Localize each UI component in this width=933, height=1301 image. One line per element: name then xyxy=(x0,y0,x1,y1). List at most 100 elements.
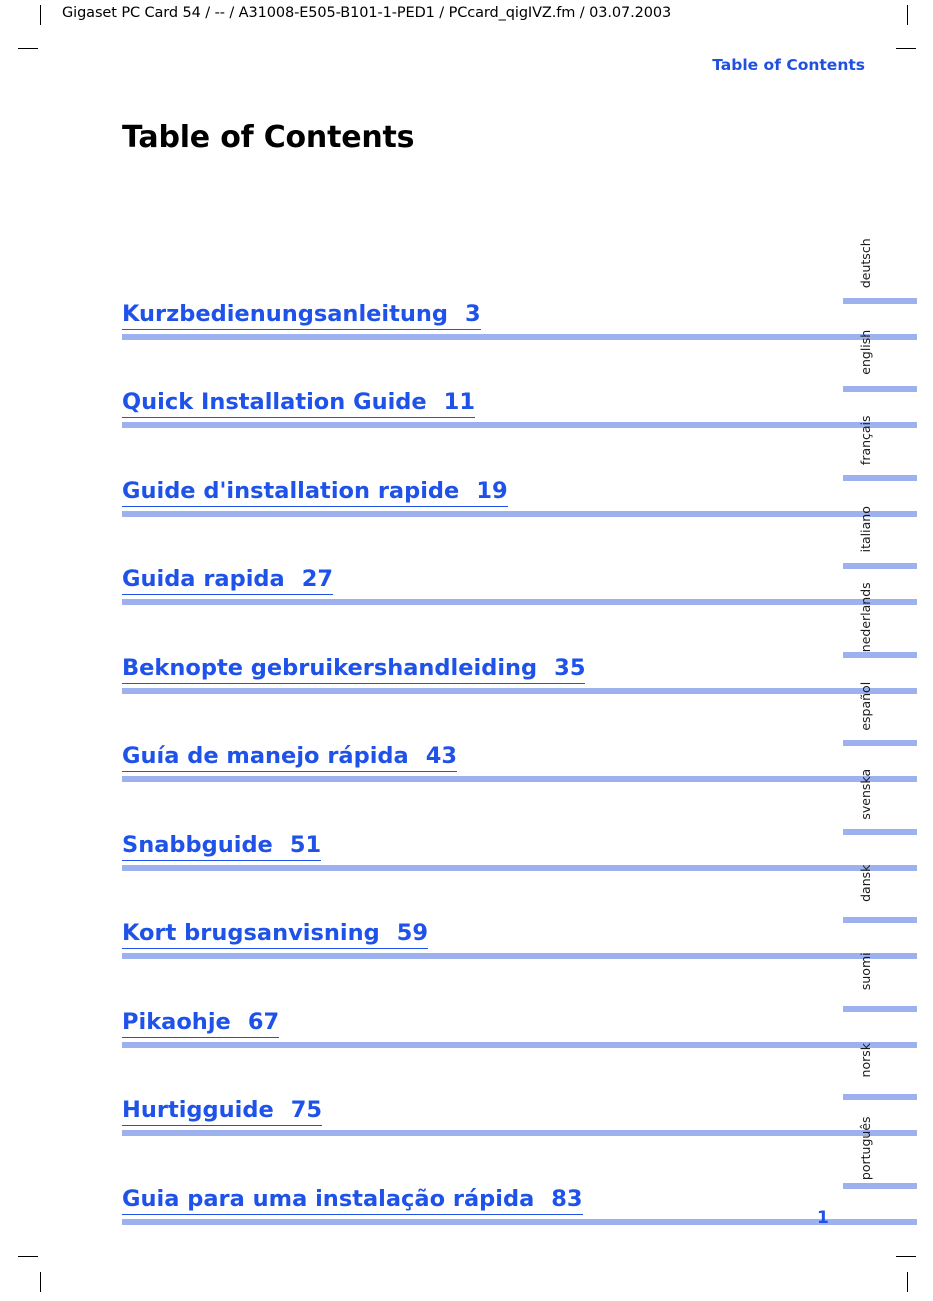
language-tab-rule xyxy=(843,563,917,569)
toc-entry-rule xyxy=(122,422,917,428)
toc-entry-link[interactable]: Kort brugsanvisning 59 xyxy=(122,920,429,949)
toc-entry-rule xyxy=(122,1041,917,1048)
toc-entry[interactable]: Hurtigguide 75 xyxy=(122,1052,917,1141)
toc-entry-page-number: 3 xyxy=(465,300,481,327)
crop-mark-top-right xyxy=(907,5,908,25)
toc-entry-title: Snabbguide xyxy=(122,831,273,858)
language-tab[interactable]: nederlands xyxy=(843,573,917,662)
toc-entry[interactable]: Guida rapida 27 xyxy=(122,521,917,610)
language-tab-label: italiano xyxy=(858,505,873,552)
toc-entry-title: Guía de manejo rápida xyxy=(122,743,409,770)
toc-entry-title: Guide d'installation rapide xyxy=(122,477,460,504)
crop-mark-upper-left-horizontal xyxy=(18,48,38,49)
language-tab-rule xyxy=(843,1094,917,1100)
toc-entry[interactable]: Snabbguide 51 xyxy=(122,786,917,875)
language-tab[interactable]: español xyxy=(843,662,917,751)
toc-entry-rule xyxy=(122,1218,917,1225)
toc-entry[interactable]: Kort brugsanvisning 59 xyxy=(122,875,917,964)
language-tab-label: norsk xyxy=(858,1042,873,1077)
language-tab-label: dansk xyxy=(858,864,873,902)
language-tab[interactable]: français xyxy=(843,396,917,485)
toc-entry-link[interactable]: Beknopte gebruikershandleiding 35 xyxy=(122,654,586,684)
language-tab-label: español xyxy=(858,681,873,731)
toc-entry-page-number: 11 xyxy=(443,389,475,416)
crop-mark-bottom-left xyxy=(40,1272,41,1292)
toc-entry-page-number: 83 xyxy=(551,1185,583,1212)
crop-mark-top-left xyxy=(40,5,41,25)
language-tab-rule xyxy=(843,828,917,835)
toc-entry-rule xyxy=(122,510,917,517)
crop-mark-upper-right-horizontal xyxy=(896,48,916,49)
language-tab[interactable]: english xyxy=(843,308,917,397)
language-tab[interactable]: dansk xyxy=(843,839,917,928)
toc-entry-title: Pikaohje xyxy=(122,1008,231,1035)
toc-entry-rule xyxy=(122,687,917,694)
toc-entry-title: Quick Installation Guide xyxy=(122,389,427,416)
toc-entry-page-number: 19 xyxy=(476,477,508,504)
toc-entry-rule xyxy=(122,953,917,959)
toc-entry-link[interactable]: Guida rapida 27 xyxy=(122,566,334,595)
page-title: Table of Contents xyxy=(122,120,415,156)
toc-entry-page-number: 43 xyxy=(425,743,458,770)
language-tab-rule xyxy=(843,740,917,746)
toc-entry-link[interactable]: Hurtigguide 75 xyxy=(122,1097,323,1126)
language-tab[interactable]: suomi xyxy=(843,927,917,1016)
language-tab-label: english xyxy=(858,329,873,375)
toc-entry-link[interactable]: Guia para uma instalação rápida 83 xyxy=(122,1185,583,1215)
document-info-header: Gigaset PC Card 54 / -- / A31008-E505-B1… xyxy=(62,5,672,21)
toc-entry-title: Beknopte gebruikershandleiding xyxy=(122,654,538,681)
toc-entry-rule xyxy=(122,1130,917,1136)
language-tab[interactable]: norsk xyxy=(843,1016,917,1105)
crop-mark-lower-left-horizontal xyxy=(18,1256,38,1257)
language-tab[interactable]: italiano xyxy=(843,485,917,574)
language-tab[interactable]: português xyxy=(843,1104,917,1193)
table-of-contents-list: Kurzbedienungsanleitung 3 Quick Installati… xyxy=(122,255,917,1229)
toc-entry-page-number: 75 xyxy=(290,1097,323,1124)
toc-entry-title: Guida rapida xyxy=(122,566,285,593)
language-tab-label: français xyxy=(858,415,873,466)
language-tab[interactable]: deutsch xyxy=(843,219,917,308)
toc-entry-rule xyxy=(122,599,917,605)
toc-entry-page-number: 27 xyxy=(301,566,334,593)
language-tab-rule xyxy=(843,474,917,481)
language-tab-label: português xyxy=(858,1116,873,1181)
toc-entry-page-number: 67 xyxy=(247,1008,280,1035)
language-tab-label: nederlands xyxy=(858,582,873,653)
toc-entry-title: Guia para uma instalação rápida xyxy=(122,1185,535,1212)
language-tab-rule xyxy=(843,651,917,658)
toc-entry[interactable]: Beknopte gebruikershandleiding 35 xyxy=(122,609,917,698)
toc-entry[interactable]: Pikaohje 67 xyxy=(122,963,917,1052)
toc-entry-link[interactable]: Guide d'installation rapide 19 xyxy=(122,477,508,507)
toc-entry-title: Kort brugsanvisning xyxy=(122,920,380,947)
toc-entry-title: Kurzbedienungsanleitung xyxy=(122,300,449,327)
toc-entry-link[interactable]: Quick Installation Guide 11 xyxy=(122,391,475,418)
toc-entry[interactable]: Kurzbedienungsanleitung 3 xyxy=(122,255,917,344)
language-tab-label: deutsch xyxy=(858,238,873,289)
language-tab-rule xyxy=(843,1005,917,1012)
language-tab-rule xyxy=(843,1182,917,1189)
language-tab-label: suomi xyxy=(858,952,873,991)
language-tab[interactable]: svenska xyxy=(843,750,917,839)
toc-entry-link[interactable]: Guía de manejo rápida 43 xyxy=(122,743,458,772)
toc-entry-rule xyxy=(122,776,917,782)
language-tab-rule xyxy=(843,917,917,923)
crop-mark-lower-right-horizontal xyxy=(896,1256,916,1257)
language-tab-rule xyxy=(843,386,917,392)
toc-entry-link[interactable]: Snabbguide 51 xyxy=(122,831,322,861)
toc-entry-link[interactable]: Pikaohje 67 xyxy=(122,1008,280,1038)
toc-entry[interactable]: Guía de manejo rápida 43 xyxy=(122,698,917,787)
toc-entry[interactable]: Guia para uma instalação rápida 83 xyxy=(122,1140,917,1229)
toc-entry-rule xyxy=(122,864,917,871)
language-tab-rule xyxy=(843,297,917,304)
toc-entry-page-number: 35 xyxy=(554,654,586,681)
language-tab-strip: deutsch english français italiano nederlands… xyxy=(843,219,917,1193)
toc-entry-page-number: 59 xyxy=(396,920,429,947)
toc-entry-title: Hurtigguide xyxy=(122,1097,274,1124)
toc-entry[interactable]: Quick Installation Guide 11 xyxy=(122,344,917,433)
toc-entry-link[interactable]: Kurzbedienungsanleitung 3 xyxy=(122,300,481,330)
crop-mark-bottom-right xyxy=(907,1272,908,1292)
toc-entry-rule xyxy=(122,333,917,340)
section-title-header: Table of Contents xyxy=(712,56,865,74)
toc-entry[interactable]: Guide d'installation rapide 19 xyxy=(122,432,917,521)
page-number-folio: 1 xyxy=(817,1208,829,1228)
